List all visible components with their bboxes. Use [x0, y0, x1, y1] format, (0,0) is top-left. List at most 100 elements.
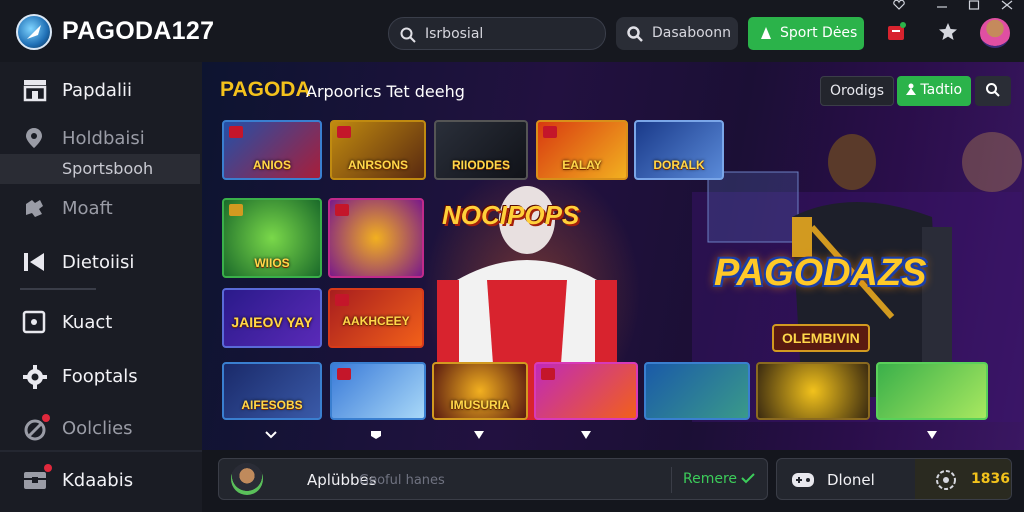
game-tile[interactable] [644, 362, 750, 420]
sidebar-item-dietoiisi[interactable]: Dietoiisi [0, 242, 200, 282]
search-button[interactable] [975, 76, 1011, 106]
sidebar-item-kuact[interactable]: Kuact [0, 302, 200, 342]
sidebar-item-holdbaisi[interactable]: Holdbaisi [0, 118, 200, 158]
chip-orodigs[interactable]: Orodigs [820, 76, 894, 106]
game-tile[interactable]: IMUSURIA [432, 362, 528, 420]
sidebar-item-sportsbooh[interactable]: Sportsbooh [0, 154, 200, 184]
bottom-box-label[interactable]: Dlonel [827, 471, 875, 489]
sidebar-item-fooptals[interactable]: Fooptals [0, 356, 200, 396]
game-title: DORALK [653, 158, 705, 172]
sidebar-item-label: Papdalii [62, 80, 132, 101]
rewind-icon [24, 253, 44, 271]
game-tile[interactable]: JAIEOV YAY [222, 288, 322, 348]
maximize-icon[interactable] [968, 0, 980, 10]
game-tile[interactable]: DORALK [634, 120, 724, 180]
chest-icon [24, 472, 46, 489]
tile-badge [337, 368, 351, 380]
balance-value: 1836 [971, 471, 1010, 487]
sport-button[interactable]: Sport Dėes [748, 17, 864, 50]
game-title: IMUSURIA [450, 398, 510, 412]
secondary-search[interactable]: Dasaboonn [616, 17, 738, 50]
game-title: ANRSONS [347, 158, 408, 172]
location-pin-icon [26, 128, 42, 148]
search-icon [400, 27, 416, 43]
check-icon [741, 473, 756, 484]
game-title: AIFESOBS [241, 398, 303, 412]
sidebar-item-label: Sportsbooh [62, 159, 154, 178]
promo-title: PAGODA [220, 78, 311, 101]
game-title: WIIOS [254, 256, 290, 270]
tile-badge [229, 126, 243, 138]
search-input[interactable]: Isrbosial [388, 17, 606, 50]
chevron-down-icon[interactable] [579, 430, 593, 440]
banner-brand: PAGODAZS [714, 252, 927, 294]
sidebar-item-oolclies[interactable]: Oolclies [0, 408, 200, 448]
main-content: PAGODA Arpoorics Tet deehg Orodigs Tadti… [202, 62, 1024, 450]
coin-icon [936, 470, 956, 490]
gift-icon[interactable] [886, 22, 906, 42]
game-title: AAKHCEEY [342, 314, 410, 328]
secondary-search-text: Dasaboonn [652, 25, 731, 41]
store-icon [23, 80, 47, 102]
star-icon[interactable] [938, 22, 958, 42]
banner-badge: OLEMBIVIN [772, 324, 870, 352]
chip-tadtio-label: Tadtio [920, 82, 963, 98]
player-avatar[interactable] [231, 463, 263, 495]
sidebar-item-label: Kdaabis [62, 470, 134, 491]
heart-icon[interactable] [893, 0, 905, 10]
gear-icon [23, 365, 47, 389]
sidebar-item-label: Oolclies [62, 418, 133, 439]
sidebar: Papdalii Holdbaisi Sportsbooh Moaft Diet… [0, 62, 202, 512]
chip-tadtio[interactable]: Tadtio [897, 76, 971, 106]
sidebar-item-label: Fooptals [62, 366, 138, 387]
game-title: JAIEOV YAY [231, 314, 313, 330]
tile-badge [229, 204, 243, 216]
notification-dot [44, 464, 52, 472]
game-tile[interactable] [534, 362, 638, 420]
search-text: Isrbosial [425, 26, 484, 42]
game-tile[interactable] [756, 362, 870, 420]
brand-logo-icon[interactable] [16, 14, 52, 50]
game-tile[interactable]: AAKHCEEY [328, 288, 424, 348]
close-icon[interactable] [1001, 0, 1013, 10]
player-hint: Geoful hanes [359, 473, 445, 488]
game-title: ANIOS [252, 158, 291, 172]
tile-badge [543, 126, 557, 138]
promo-subtitle: Arpoorics Tet deehg [306, 82, 465, 101]
game-tile[interactable]: AIFESOBS [222, 362, 322, 420]
chevron-down-icon[interactable] [925, 430, 939, 440]
bottom-bar: Aplübbes Geoful hanes Remere [218, 458, 768, 500]
puzzle-icon [26, 200, 43, 217]
chevron-down-icon[interactable] [369, 430, 383, 440]
balance[interactable]: 1836 [915, 459, 1011, 499]
game-tile[interactable] [328, 198, 424, 278]
tile-badge [335, 204, 349, 216]
game-tile[interactable]: ANIOS [222, 120, 322, 180]
game-tile[interactable]: ANRSONS [330, 120, 426, 180]
chevron-down-icon[interactable] [472, 430, 486, 440]
search-icon [627, 26, 643, 42]
game-tile[interactable]: WIIOS [222, 198, 322, 278]
sport-button-label: Sport Dėes [780, 25, 858, 41]
tile-badge [335, 294, 349, 306]
chevron-down-icon[interactable] [264, 430, 278, 440]
sidebar-item-papdalii[interactable]: Papdalii [0, 70, 200, 110]
sidebar-item-label: Moaft [62, 198, 113, 219]
game-tile[interactable] [876, 362, 988, 420]
game-title: RIIODDES [451, 158, 510, 172]
sidebar-item-moaft[interactable]: Moaft [0, 188, 200, 228]
remere-link[interactable]: Remere [683, 471, 756, 487]
sidebar-item-kdaabis[interactable]: Kdaabis [0, 460, 200, 500]
bottom-divider [671, 467, 672, 493]
minimize-icon[interactable] [936, 0, 948, 10]
search-icon [986, 83, 1000, 97]
sport-icon [761, 27, 771, 39]
game-tile[interactable]: RIIODDES [434, 120, 528, 180]
notification-dot [42, 414, 50, 422]
brand-name[interactable]: PAGODA127 [62, 17, 214, 46]
banner-headline: NOCIPOPS [442, 200, 580, 230]
game-tile[interactable] [330, 362, 426, 420]
sidebar-item-label: Holdbaisi [62, 128, 145, 149]
game-tile[interactable]: EALAY [536, 120, 628, 180]
user-avatar[interactable] [980, 18, 1010, 48]
